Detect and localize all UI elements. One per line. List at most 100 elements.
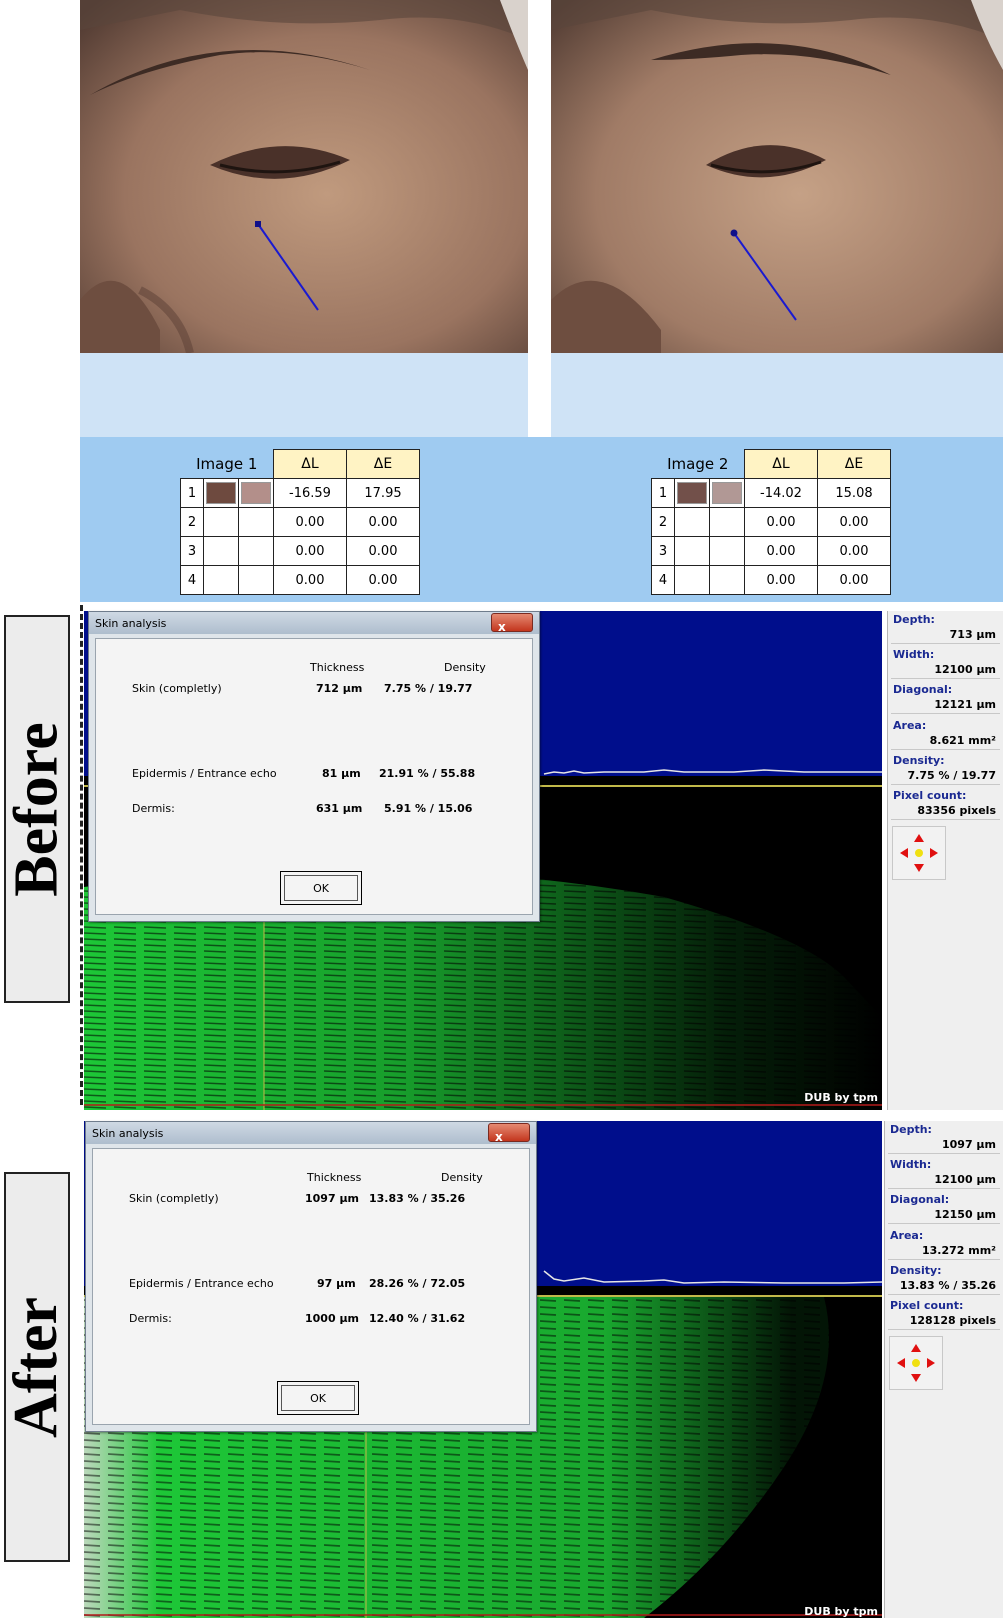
row-name: Epidermis / Entrance echo <box>132 767 277 780</box>
delta-e-header: ΔE <box>817 449 891 479</box>
depth-value: 713 µm <box>949 628 996 641</box>
close-button[interactable]: x <box>491 613 533 634</box>
row-index: 1 <box>180 478 204 508</box>
swatch-cell <box>674 565 710 595</box>
image2-panel <box>551 0 1003 437</box>
area-value: 8.621 mm² <box>929 734 996 747</box>
width-label: Width: <box>890 1158 932 1171</box>
delta-e-value: 0.00 <box>346 536 420 566</box>
row-thickness: 712 µm <box>316 682 363 695</box>
ok-label: OK <box>284 875 358 901</box>
table-row: 4 0.00 0.00 <box>180 565 420 595</box>
density-label: Density: <box>890 1264 942 1277</box>
pixel-count-value: 128128 pixels <box>909 1314 996 1327</box>
ok-button[interactable]: OK <box>280 871 362 905</box>
row-thickness: 1000 µm <box>305 1312 360 1325</box>
row-name: Epidermis / Entrance echo <box>129 1277 274 1290</box>
swatch-cell <box>203 565 239 595</box>
row-name: Dermis: <box>129 1312 172 1325</box>
dialog-title: Skin analysis <box>95 617 167 630</box>
density-label: Density: <box>893 754 945 767</box>
row-thickness: 1097 µm <box>305 1192 360 1205</box>
delta-e-value: 17.95 <box>346 478 420 508</box>
table-row: 1 -16.59 17.95 <box>180 478 420 508</box>
after-info-panel: Depth: 1097 µm Width: 12100 µm Diagonal: 12… <box>884 1121 1003 1618</box>
image1-table: Image 1 ΔL ΔE 1 -16.59 17.95 2 0.00 0.00… <box>180 449 420 595</box>
color-swatch <box>206 482 236 504</box>
row-density: 21.91 % / 55.88 <box>379 767 476 780</box>
row-index: 4 <box>651 565 675 595</box>
pixel-count-label: Pixel count: <box>890 1299 964 1312</box>
table-row: 4 0.00 0.00 <box>651 565 891 595</box>
after-label: After <box>2 1172 71 1562</box>
close-button[interactable]: x <box>488 1123 530 1144</box>
after-label-text: After <box>2 1296 71 1438</box>
image1-panel <box>80 0 528 437</box>
delta-l-value: 0.00 <box>744 507 818 537</box>
depth-label: Depth: <box>893 613 935 626</box>
delta-l-value: -16.59 <box>273 478 347 508</box>
delta-e-value: 0.00 <box>817 507 891 537</box>
swatch-cell <box>674 536 710 566</box>
dialog-body: Thickness Density Skin (completly) 712 µ… <box>95 638 533 915</box>
width-label: Width: <box>893 648 935 661</box>
color-swatch <box>712 482 742 504</box>
delta-l-header: ΔL <box>273 449 347 479</box>
delta-l-value: 0.00 <box>744 565 818 595</box>
row-thickness: 81 µm <box>322 767 361 780</box>
pan-control[interactable] <box>889 1336 943 1390</box>
row-thickness: 97 µm <box>317 1277 356 1290</box>
delta-l-value: 0.00 <box>273 565 347 595</box>
center-dot-icon <box>912 1359 920 1367</box>
diagonal-value: 12150 µm <box>934 1208 996 1221</box>
image2-title: Image 2 <box>667 454 729 473</box>
row-index: 2 <box>651 507 675 537</box>
arrow-up-icon <box>911 1344 921 1352</box>
area-label: Area: <box>890 1229 924 1242</box>
dialog-title-bar[interactable]: Skin analysis x <box>86 1122 536 1144</box>
arrow-up-icon <box>914 834 924 842</box>
row-name: Skin (completly) <box>132 682 222 695</box>
row-index: 4 <box>180 565 204 595</box>
density-value: 7.75 % / 19.77 <box>907 769 996 782</box>
ok-button[interactable]: OK <box>277 1381 359 1415</box>
color-swatch <box>677 482 707 504</box>
diagonal-label: Diagonal: <box>890 1193 950 1206</box>
after-skin-analysis-dialog: Skin analysis x Thickness Density Skin (… <box>85 1121 537 1432</box>
arrow-down-icon <box>914 864 924 872</box>
table-row: 3 0.00 0.00 <box>651 536 891 566</box>
pan-control[interactable] <box>892 826 946 880</box>
area-label: Area: <box>893 719 927 732</box>
swatch-cell <box>203 507 239 537</box>
depth-value: 1097 µm <box>941 1138 996 1151</box>
delta-l-value: 0.00 <box>273 536 347 566</box>
delta-e-value: 15.08 <box>817 478 891 508</box>
before-info-panel: Depth: 713 µm Width: 12100 µm Diagonal: 121… <box>887 611 1003 1110</box>
arrow-left-icon <box>897 1358 905 1368</box>
arrow-left-icon <box>900 848 908 858</box>
diagonal-value: 12121 µm <box>934 698 996 711</box>
pixel-count-label: Pixel count: <box>893 789 967 802</box>
table-row: 2 0.00 0.00 <box>180 507 420 537</box>
swatch-cell <box>709 507 745 537</box>
row-density: 28.26 % / 72.05 <box>369 1277 466 1290</box>
image1-title: Image 1 <box>196 454 258 473</box>
row-index: 1 <box>651 478 675 508</box>
row-index: 3 <box>651 536 675 566</box>
row-density: 7.75 % / 19.77 <box>384 682 473 695</box>
arrow-right-icon <box>927 1358 935 1368</box>
delta-e-value: 0.00 <box>346 507 420 537</box>
swatch-cell <box>674 507 710 537</box>
delta-l-value: -14.02 <box>744 478 818 508</box>
dialog-title-bar[interactable]: Skin analysis x <box>89 612 539 634</box>
swatch-cell <box>674 478 710 508</box>
before-label: Before <box>3 615 71 1003</box>
delta-l-header: ΔL <box>744 449 818 479</box>
swatch-cell <box>238 565 274 595</box>
width-value: 12100 µm <box>934 663 996 676</box>
row-name: Skin (completly) <box>129 1192 219 1205</box>
before-watermark: DUB by tpm <box>804 1091 878 1104</box>
density-value: 13.83 % / 35.26 <box>899 1279 996 1292</box>
width-value: 12100 µm <box>934 1173 996 1186</box>
thickness-header: Thickness <box>307 1171 362 1184</box>
